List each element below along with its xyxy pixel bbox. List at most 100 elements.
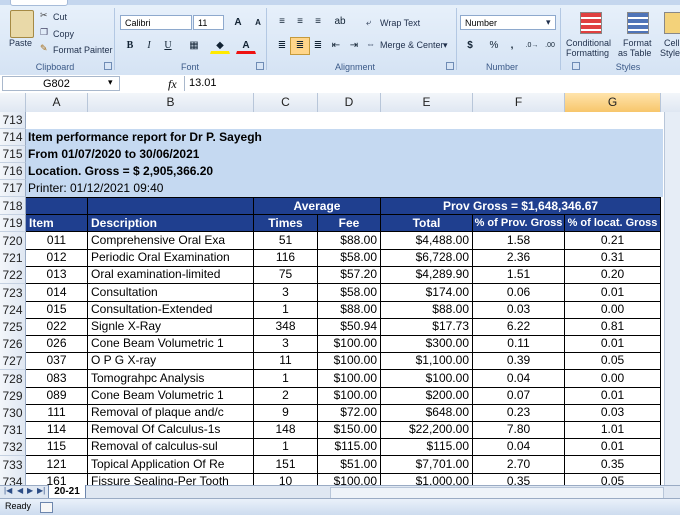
total-cell[interactable]: $17.73 xyxy=(381,318,473,336)
name-box[interactable]: G802 xyxy=(2,76,120,91)
paste-button[interactable]: Paste xyxy=(9,38,32,48)
total-cell[interactable]: $648.00 xyxy=(381,404,473,422)
row-header[interactable]: 730 xyxy=(0,404,26,422)
pct-prov-gross-cell[interactable]: 0.11 xyxy=(473,335,565,354)
column-header-d[interactable]: D xyxy=(318,93,381,112)
description-cell[interactable]: O P G X-ray xyxy=(88,352,254,371)
item-cell[interactable]: 026 xyxy=(26,335,88,354)
next-sheet-icon[interactable]: ▶ xyxy=(27,486,33,495)
total-cell[interactable]: $22,200.00 xyxy=(381,421,473,440)
macro-record-icon[interactable] xyxy=(40,502,53,513)
pct-prov-gross-cell[interactable]: 6.22 xyxy=(473,318,565,336)
pct-prov-gross-cell[interactable]: 0.04 xyxy=(473,438,565,457)
description-cell[interactable]: Removal of plaque and/c xyxy=(88,404,254,422)
times-cell[interactable]: 11 xyxy=(254,352,318,371)
times-cell[interactable]: 348 xyxy=(254,318,318,336)
paste-icon[interactable] xyxy=(10,10,34,38)
column-header-f[interactable]: F xyxy=(473,93,565,112)
row-header[interactable]: 727 xyxy=(0,352,26,371)
align-left-icon[interactable]: ≣ xyxy=(272,37,292,55)
row-header[interactable]: 733 xyxy=(0,455,26,474)
increase-indent-icon[interactable]: ⇥ xyxy=(344,37,364,55)
times-cell[interactable]: 151 xyxy=(254,455,318,474)
number-format-select[interactable]: Number xyxy=(460,15,556,30)
italic-button[interactable]: I xyxy=(139,37,159,55)
format-painter-button[interactable]: Format Painter xyxy=(53,45,113,55)
total-cell[interactable]: $7,701.00 xyxy=(381,455,473,474)
row-header[interactable]: 728 xyxy=(0,369,26,388)
report-period[interactable]: From 01/07/2020 to 30/06/2021 xyxy=(26,146,199,163)
pct-locat-gross-cell[interactable]: 0.00 xyxy=(565,300,661,319)
report-printer[interactable]: Printer: 01/12/2021 09:40 xyxy=(26,180,163,197)
item-cell[interactable]: 121 xyxy=(26,455,88,474)
grow-font-icon[interactable]: A xyxy=(228,14,248,32)
total-cell[interactable]: $174.00 xyxy=(381,283,473,302)
pct-prov-gross-cell[interactable]: 7.80 xyxy=(473,421,565,440)
row-header[interactable]: 724 xyxy=(0,300,26,319)
decrease-decimal-icon[interactable]: .00 xyxy=(540,37,560,55)
font-size-select[interactable]: 11 xyxy=(193,15,224,30)
pct-locat-gross-cell[interactable]: 0.01 xyxy=(565,438,661,457)
pct-locat-gross-cell[interactable]: 0.01 xyxy=(565,386,661,405)
cell-styles-icon[interactable] xyxy=(664,12,680,34)
merge-center-button[interactable]: Merge & Center xyxy=(380,40,444,50)
column-header-b[interactable]: B xyxy=(88,93,254,112)
increase-decimal-icon[interactable]: .0→ xyxy=(522,37,542,55)
item-cell[interactable]: 111 xyxy=(26,404,88,422)
report-location-gross[interactable]: Location. Gross = $ 2,905,366.20 xyxy=(26,163,213,180)
fee-cell[interactable]: $100.00 xyxy=(318,386,381,405)
pct-prov-gross-cell[interactable]: 0.04 xyxy=(473,369,565,388)
total-cell[interactable]: $1,000.00 xyxy=(381,472,473,485)
pct-prov-gross-cell[interactable]: 1.51 xyxy=(473,266,565,285)
item-cell[interactable]: 114 xyxy=(26,421,88,440)
column-header-c[interactable]: C xyxy=(254,93,318,112)
total-cell[interactable]: $4,488.00 xyxy=(381,232,473,250)
times-cell[interactable]: 9 xyxy=(254,404,318,422)
decrease-indent-icon[interactable]: ⇤ xyxy=(326,37,346,55)
row-header[interactable]: 722 xyxy=(0,266,26,285)
vertical-scrollbar[interactable] xyxy=(664,112,680,485)
borders-icon[interactable]: ▦ xyxy=(184,37,204,55)
column-header-a[interactable]: A xyxy=(26,93,88,112)
times-cell[interactable]: 1 xyxy=(254,369,318,388)
pct-prov-gross-cell[interactable]: 0.07 xyxy=(473,386,565,405)
fee-cell[interactable]: $100.00 xyxy=(318,335,381,354)
comma-button[interactable]: , xyxy=(502,37,522,55)
total-cell[interactable]: $115.00 xyxy=(381,438,473,457)
bold-button[interactable]: B xyxy=(120,37,140,55)
row-header[interactable]: 714 xyxy=(0,129,26,146)
times-cell[interactable]: 1 xyxy=(254,300,318,319)
row-header[interactable]: 721 xyxy=(0,249,26,268)
item-cell[interactable]: 022 xyxy=(26,318,88,336)
row-header[interactable]: 718 xyxy=(0,197,26,215)
empty-row-713[interactable] xyxy=(26,112,661,130)
percent-button[interactable]: % xyxy=(484,37,504,55)
clipboard-launcher-icon[interactable] xyxy=(104,62,112,70)
column-header-e[interactable]: E xyxy=(381,93,473,112)
format-as-table-button[interactable]: Format xyxy=(623,38,652,48)
times-cell[interactable]: 3 xyxy=(254,283,318,302)
pct-prov-gross-header[interactable]: % of Prov. Gross xyxy=(473,215,565,232)
item-cell[interactable]: 015 xyxy=(26,300,88,319)
item-cell[interactable]: 037 xyxy=(26,352,88,371)
row-header[interactable]: 717 xyxy=(0,180,26,197)
column-header-g[interactable]: G xyxy=(565,93,661,112)
chevron-down-icon[interactable]: ▾ xyxy=(108,77,113,88)
total-header[interactable]: Total xyxy=(381,215,473,232)
average-header[interactable]: Average xyxy=(254,197,381,215)
row-header[interactable]: 732 xyxy=(0,438,26,457)
description-cell[interactable]: Consultation-Extended xyxy=(88,300,254,319)
row-header[interactable]: 731 xyxy=(0,421,26,440)
total-cell[interactable]: $1,100.00 xyxy=(381,352,473,371)
row-header[interactable]: 726 xyxy=(0,335,26,354)
item-cell[interactable]: 014 xyxy=(26,283,88,302)
align-right-icon[interactable]: ≣ xyxy=(308,37,328,55)
row-header[interactable]: 716 xyxy=(0,163,26,180)
pct-prov-gross-cell[interactable]: 0.35 xyxy=(473,472,565,485)
description-cell[interactable]: Cone Beam Volumetric 1 xyxy=(88,386,254,405)
underline-button[interactable]: U xyxy=(158,37,178,55)
chevron-down-icon[interactable]: ▾ xyxy=(546,17,551,28)
times-cell[interactable]: 3 xyxy=(254,335,318,354)
description-cell[interactable]: Tomograhpc Analysis xyxy=(88,369,254,388)
pct-locat-gross-cell[interactable]: 0.03 xyxy=(565,404,661,422)
